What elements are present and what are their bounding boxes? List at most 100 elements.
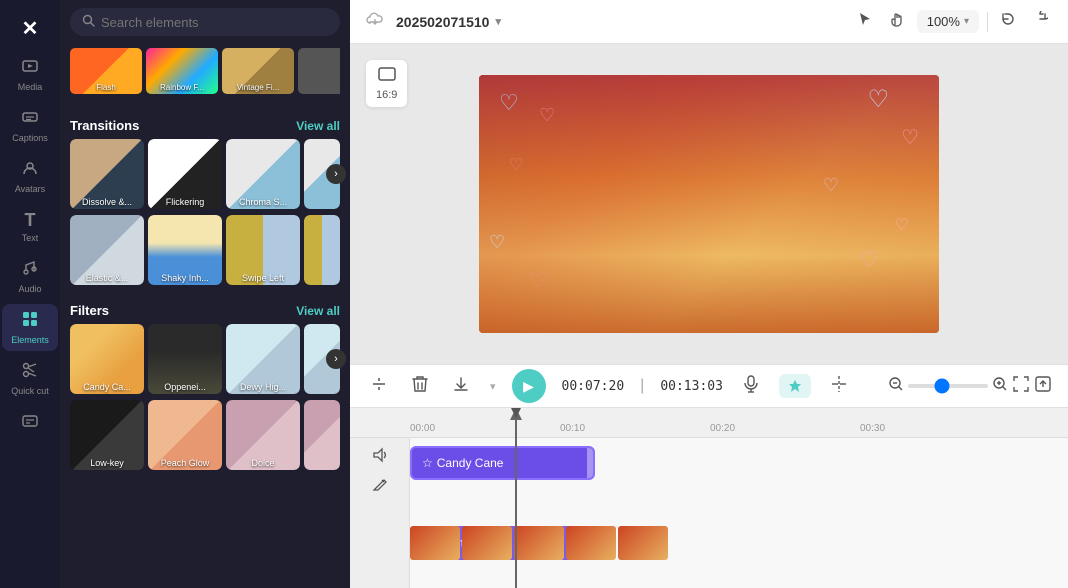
sidebar-item-audio[interactable]: Audio: [2, 253, 58, 300]
candy-cane-clip[interactable]: ☆ Candy Cane: [410, 446, 595, 480]
clip-resize-handle[interactable]: [587, 448, 593, 478]
ruler-mark: 00:20: [710, 423, 735, 434]
zoom-value: 100%: [927, 14, 960, 29]
search-bar: [60, 0, 350, 44]
divider: ▾: [490, 380, 496, 393]
list-item[interactable]: Swipe Left: [226, 215, 300, 285]
aspect-ratio-selector[interactable]: 16:9: [366, 60, 407, 107]
elements-icon: [21, 310, 39, 333]
divider: [987, 12, 988, 32]
toolbar-group: 100% ▾: [853, 7, 1052, 36]
list-item[interactable]: Low-key: [70, 400, 144, 470]
main-area: 202502071510 ▾ 100% ▾: [350, 0, 1068, 588]
list-item[interactable]: Flash: [70, 48, 142, 94]
list-item[interactable]: Peach Glow: [148, 400, 222, 470]
sidebar-item-elements[interactable]: Elements: [2, 304, 58, 351]
filters-row1: Candy Ca... Oppenei... Dewy Hig... ›: [70, 324, 340, 394]
list-item[interactable]: Dolce: [226, 400, 300, 470]
list-item[interactable]: Candy Ca...: [70, 324, 144, 394]
list-item[interactable]: Flickering: [148, 139, 222, 209]
zoom-in-button[interactable]: [992, 376, 1008, 397]
redo-button[interactable]: [1028, 7, 1052, 36]
project-name[interactable]: 202502071510 ▾: [396, 14, 501, 30]
transitions-row2: Elastic &... Shaky Inh... Swipe Left: [70, 215, 340, 285]
list-item[interactable]: [298, 48, 340, 94]
download-button[interactable]: [448, 371, 474, 402]
video-thumb: [566, 526, 616, 560]
current-time: 00:07:20: [562, 379, 625, 394]
timeline-track-candy: ☆ Candy Cane: [410, 446, 1068, 480]
ai-enhance-button[interactable]: [779, 374, 811, 398]
sidebar-item-subtitles[interactable]: [2, 406, 58, 441]
project-chevron-icon: ▾: [495, 15, 501, 28]
transitions-title: Transitions: [70, 118, 139, 133]
delete-button[interactable]: [408, 371, 432, 402]
fit-to-screen-button[interactable]: [1012, 375, 1030, 398]
list-item[interactable]: Oppenei...: [148, 324, 222, 394]
list-item[interactable]: [304, 215, 340, 285]
list-item[interactable]: Shaky Inh...: [148, 215, 222, 285]
list-item[interactable]: Dewy Hig...: [226, 324, 300, 394]
audio-icon: [21, 259, 39, 282]
sidebar-item-quickcut[interactable]: Quick cut: [2, 355, 58, 402]
playhead[interactable]: [515, 408, 517, 588]
mic-button[interactable]: [739, 371, 763, 402]
timeline-zoom-controls: [888, 375, 1052, 398]
list-item[interactable]: Rainbow F...: [146, 48, 218, 94]
elements-panel: Flash Rainbow F... Vintage Fi... Transit…: [60, 0, 350, 588]
list-item[interactable]: Chroma S...: [226, 139, 300, 209]
transitions-next-button[interactable]: ›: [326, 164, 346, 184]
search-input[interactable]: [101, 15, 328, 30]
sidebar-item-avatars-label: Avatars: [15, 184, 45, 194]
save-to-cloud-icon[interactable]: [366, 10, 384, 33]
filters-row2: Low-key Peach Glow Dolce: [70, 400, 340, 470]
list-item[interactable]: Vintage Fi...: [222, 48, 294, 94]
aspect-ratio-value: 16:9: [376, 89, 397, 101]
sidebar-item-audio-label: Audio: [18, 284, 41, 294]
video-thumb: [462, 526, 512, 560]
avatars-icon: [21, 159, 39, 182]
sidebar: ✕ Media Captions Avatars T Text Audio El…: [0, 0, 60, 588]
search-wrap[interactable]: [70, 8, 340, 36]
ruler-mark: 00:30: [860, 423, 885, 434]
time-separator: |: [640, 377, 644, 395]
play-icon: ▶: [523, 378, 534, 395]
play-button[interactable]: ▶: [512, 369, 546, 403]
sidebar-item-quickcut-label: Quick cut: [11, 386, 49, 396]
zoom-slider[interactable]: [908, 384, 988, 388]
zoom-out-button[interactable]: [888, 376, 904, 397]
cursor-tool-button[interactable]: [853, 7, 877, 36]
logo-icon: ✕: [22, 16, 39, 41]
video-track: [410, 526, 668, 560]
sidebar-logo[interactable]: ✕: [2, 10, 58, 47]
list-item[interactable]: [304, 400, 340, 470]
list-item[interactable]: Dissolve &...: [70, 139, 144, 209]
trim-button[interactable]: [366, 371, 392, 402]
sidebar-item-avatars[interactable]: Avatars: [2, 153, 58, 200]
zoom-control[interactable]: 100% ▾: [917, 10, 979, 33]
fullscreen-button[interactable]: [1034, 375, 1052, 398]
undo-button[interactable]: [996, 7, 1020, 36]
split-button[interactable]: [827, 371, 851, 402]
timeline-track-heart: ☆ Heart Kisses: [410, 486, 1068, 520]
transitions-view-all[interactable]: View all: [296, 119, 340, 133]
total-time: 00:13:03: [660, 379, 723, 394]
sidebar-item-text[interactable]: T Text: [2, 204, 58, 249]
filters-header: Filters View all: [70, 297, 340, 324]
sidebar-item-captions-label: Captions: [12, 133, 48, 143]
hand-tool-button[interactable]: [885, 7, 909, 36]
subtitles-icon: [21, 412, 39, 435]
clip-star-icon: ☆: [422, 456, 433, 470]
sidebar-item-captions[interactable]: Captions: [2, 102, 58, 149]
sidebar-item-media[interactable]: Media: [2, 51, 58, 98]
list-item[interactable]: Elastic &...: [70, 215, 144, 285]
ruler-mark: 00:10: [560, 423, 585, 434]
top-row-section: Flash Rainbow F... Vintage Fi...: [60, 44, 350, 108]
filters-title: Filters: [70, 303, 109, 318]
video-thumb: [618, 526, 668, 560]
aspect-icon: [377, 66, 397, 87]
transitions-row1: Dissolve &... Flickering Chroma S...: [70, 139, 340, 209]
filters-next-button[interactable]: ›: [326, 349, 346, 369]
filters-view-all[interactable]: View all: [296, 304, 340, 318]
filters-section: Filters View all Candy Ca... Oppenei... …: [60, 293, 350, 478]
